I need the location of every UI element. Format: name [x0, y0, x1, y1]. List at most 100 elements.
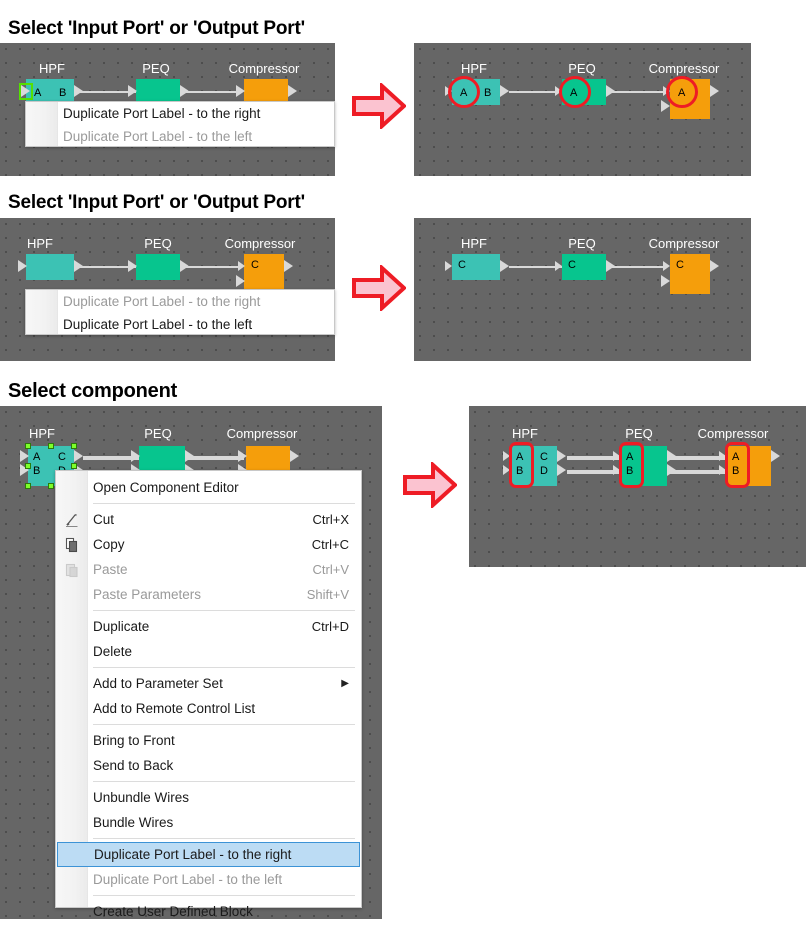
port-in-triangle-peq	[555, 261, 562, 271]
menu-item-paste[interactable]: Paste Ctrl+V	[56, 557, 361, 582]
menu-item-duplicate-port-label-to-the-left[interactable]: Duplicate Port Label - to the left	[56, 867, 361, 892]
port-in-triangle-compressor-1	[663, 261, 670, 271]
port-label-compressor-in: C	[676, 259, 684, 271]
block-label-hpf: HPF	[461, 236, 487, 251]
port-out-triangle-peq	[606, 260, 615, 272]
menu-item-add-to-remote-control-list[interactable]: Add to Remote Control List	[56, 696, 361, 721]
block-label-hpf: HPF	[27, 236, 53, 251]
port-out-triangle-compressor	[288, 85, 297, 97]
port-in-triangle-compressor-2	[236, 275, 245, 287]
menu-item-label: Copy	[93, 537, 125, 552]
port-context-menu-2[interactable]: Duplicate Port Label - to the right Dupl…	[25, 289, 335, 335]
selection-handle-bl[interactable]	[25, 483, 31, 489]
copy-icon	[64, 537, 80, 553]
menu-item-duplicate-left[interactable]: Duplicate Port Label - to the left	[26, 125, 334, 148]
menu-item-label: Bring to Front	[93, 733, 175, 748]
selection-handle-tl[interactable]	[25, 443, 31, 449]
port-label-hpf-out: B	[59, 87, 67, 99]
menu-item-duplicate-right[interactable]: Duplicate Port Label - to the right	[26, 290, 334, 313]
block-hpf[interactable]	[26, 254, 74, 280]
menu-item-add-to-parameter-set[interactable]: Add to Parameter Set ▶	[56, 671, 361, 696]
annotation-rect-compressor-ports	[725, 442, 750, 488]
menu-item-create-user-defined-block[interactable]: Create User Defined Block	[56, 899, 361, 924]
menu-item-label: Add to Remote Control List	[93, 701, 256, 716]
block-label-peq: PEQ	[568, 61, 596, 76]
menu-separator	[93, 503, 355, 504]
menu-item-accelerator: Shift+V	[306, 587, 349, 602]
section-2-before-canvas: HPF PEQ Compressor C Duplicate Port Labe…	[0, 218, 335, 361]
menu-item-label: Delete	[93, 644, 133, 659]
port-context-menu-1[interactable]: Duplicate Port Label - to the right Dupl…	[25, 101, 335, 147]
port-in-triangle-hpf-1	[20, 450, 29, 462]
port-out-triangle-peq	[180, 85, 189, 97]
section-3-title: Select component	[8, 380, 178, 402]
menu-separator	[93, 667, 355, 668]
menu-item-send-to-back[interactable]: Send to Back	[56, 753, 361, 778]
menu-item-label: Open Component Editor	[93, 480, 239, 495]
menu-item-label: Duplicate	[93, 619, 150, 634]
menu-item-delete[interactable]: Delete	[56, 639, 361, 664]
port-in-triangle-hpf	[18, 260, 27, 272]
selection-handle-bc[interactable]	[48, 483, 54, 489]
port-in-triangle-compressor-1	[238, 261, 245, 271]
menu-item-accelerator: Ctrl+X	[312, 512, 349, 527]
menu-item-copy[interactable]: Copy Ctrl+C	[56, 532, 361, 557]
menu-item-bundle-wires[interactable]: Bundle Wires	[56, 810, 361, 835]
block-label-peq: PEQ	[142, 61, 170, 76]
block-compressor[interactable]	[244, 254, 284, 294]
port-in-triangle-peq-1	[131, 450, 140, 462]
annotation-ring-peq-port	[559, 76, 591, 108]
menu-item-duplicate-left[interactable]: Duplicate Port Label - to the left	[26, 313, 334, 336]
port-label-hpf-in-a: A	[33, 451, 41, 463]
flow-arrow-2	[352, 265, 406, 311]
port-label-hpf-in: A	[34, 87, 42, 99]
port-label-hpf-out-c: C	[58, 451, 66, 463]
section-1-before-canvas: HPF A B PEQ Compressor Duplicate Port La…	[0, 43, 335, 176]
menu-item-label: Add to Parameter Set	[93, 676, 223, 691]
menu-item-duplicate-port-label-to-the-right[interactable]: Duplicate Port Label - to the right	[57, 842, 360, 867]
wire-peq-cmp-top	[186, 456, 244, 460]
selection-handle-tc[interactable]	[48, 443, 54, 449]
menu-item-label: Send to Back	[93, 758, 174, 773]
menu-item-accelerator: Ctrl+D	[311, 619, 349, 634]
menu-separator	[93, 781, 355, 782]
port-in-triangle-compressor	[236, 85, 245, 97]
wire-peq-cmp	[183, 91, 241, 93]
annotation-ring-hpf-port	[448, 76, 480, 108]
selection-handle-mr[interactable]	[71, 463, 77, 469]
port-out-triangle-compressor	[290, 450, 299, 462]
submenu-arrow-icon: ▶	[341, 678, 349, 689]
menu-item-accelerator: Ctrl+V	[312, 562, 349, 577]
annotation-rect-peq-ports	[619, 442, 644, 488]
menu-separator	[93, 838, 355, 839]
menu-separator	[93, 895, 355, 896]
menu-item-duplicate[interactable]: Duplicate Ctrl+D	[56, 614, 361, 639]
menu-item-open-component-editor[interactable]: Open Component Editor	[56, 475, 361, 500]
section-3-before-canvas: HPF A B C D PEQ Compressor	[0, 406, 382, 919]
port-out-triangle-hpf	[500, 85, 509, 97]
port-out-triangle-hpf	[74, 260, 83, 272]
port-out-triangle-peq-1	[185, 450, 194, 462]
component-context-menu[interactable]: Open Component Editor Cut Ctrl+X Copy Ctrl+C…	[55, 470, 362, 919]
wire-peq-cmp	[609, 266, 667, 268]
flow-arrow-1	[352, 83, 406, 129]
annotation-rect-hpf-ports	[509, 442, 534, 488]
menu-item-unbundle-wires[interactable]: Unbundle Wires	[56, 785, 361, 810]
port-in-triangle-peq	[128, 85, 137, 97]
block-label-peq: PEQ	[568, 236, 596, 251]
menu-item-bring-to-front[interactable]: Bring to Front	[56, 728, 361, 753]
selection-handle-ml[interactable]	[25, 463, 31, 469]
block-label-hpf: HPF	[29, 426, 55, 441]
block-peq[interactable]	[136, 254, 180, 280]
paste-icon	[64, 562, 80, 578]
menu-item-paste-parameters[interactable]: Paste Parameters Shift+V	[56, 582, 361, 607]
selection-handle-tr[interactable]	[71, 443, 77, 449]
menu-item-duplicate-right[interactable]: Duplicate Port Label - to the right	[26, 102, 334, 125]
block-label-compressor: Compressor	[648, 61, 720, 76]
menu-item-label: Duplicate Port Label - to the right	[94, 847, 292, 862]
menu-item-label: Unbundle Wires	[93, 790, 190, 805]
port-out-triangle-peq-1	[667, 450, 676, 462]
menu-item-cut[interactable]: Cut Ctrl+X	[56, 507, 361, 532]
block-label-hpf: HPF	[461, 61, 487, 76]
port-out-triangle-compressor	[710, 85, 719, 97]
